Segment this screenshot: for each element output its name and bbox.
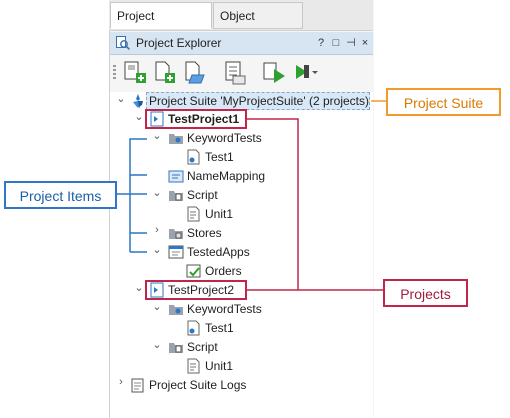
project-items-connectors [117, 100, 386, 291]
callout-project-suite: Project Suite [386, 88, 501, 116]
name-mapping-icon [168, 170, 184, 183]
collapse-project2-chevron-icon[interactable]: ⌄ [134, 281, 144, 300]
project-suite-logs-label[interactable]: Project Suite Logs [149, 376, 246, 395]
script-unit-icon [187, 358, 200, 374]
p1-orders-label[interactable]: Orders [205, 262, 242, 281]
collapse-p2-keywordtests-chevron-icon[interactable]: ⌄ [152, 300, 162, 319]
folder-stores-icon [169, 229, 183, 239]
folder-keyword-icon [169, 305, 183, 315]
tested-app-icon [186, 264, 201, 278]
expand-stores-chevron-icon[interactable]: › [152, 224, 162, 243]
p1-keywordtests-label[interactable]: KeywordTests [187, 129, 262, 148]
p2-test1-label[interactable]: Test1 [205, 319, 234, 338]
callout-projects: Projects [383, 279, 468, 307]
p1-stores-label[interactable]: Stores [187, 224, 222, 243]
keyword-test-icon [187, 149, 200, 165]
project2-highlight-box [145, 280, 247, 300]
callout-project-items: Project Items [4, 181, 117, 209]
collapse-script-chevron-icon[interactable]: ⌄ [152, 186, 162, 205]
folder-keyword-icon [169, 134, 183, 144]
folder-script-icon [169, 191, 183, 201]
collapse-testedapps-chevron-icon[interactable]: ⌄ [152, 243, 162, 262]
collapse-p2-script-chevron-icon[interactable]: ⌄ [152, 338, 162, 357]
p1-namemapping-label[interactable]: NameMapping [187, 167, 265, 186]
keyword-test-icon [187, 320, 200, 336]
folder-script-icon [169, 343, 183, 353]
p2-keywordtests-label[interactable]: KeywordTests [187, 300, 262, 319]
tested-apps-icon [168, 245, 184, 259]
script-unit-icon [187, 206, 200, 222]
logs-icon [131, 378, 144, 393]
p1-test1-label[interactable]: Test1 [205, 148, 234, 167]
collapse-suite-chevron-icon[interactable]: ⌄ [116, 92, 126, 111]
p2-unit1-label[interactable]: Unit1 [205, 357, 233, 376]
p1-unit1-label[interactable]: Unit1 [205, 205, 233, 224]
expand-logs-chevron-icon[interactable]: › [116, 376, 126, 395]
p1-testedapps-label[interactable]: TestedApps [187, 243, 250, 262]
collapse-project1-chevron-icon[interactable]: ⌄ [134, 110, 144, 129]
p2-script-label[interactable]: Script [187, 338, 218, 357]
p1-script-label[interactable]: Script [187, 186, 218, 205]
project-suite-icon [133, 94, 143, 108]
project1-highlight-box [145, 109, 247, 129]
collapse-keywordtests-chevron-icon[interactable]: ⌄ [152, 129, 162, 148]
